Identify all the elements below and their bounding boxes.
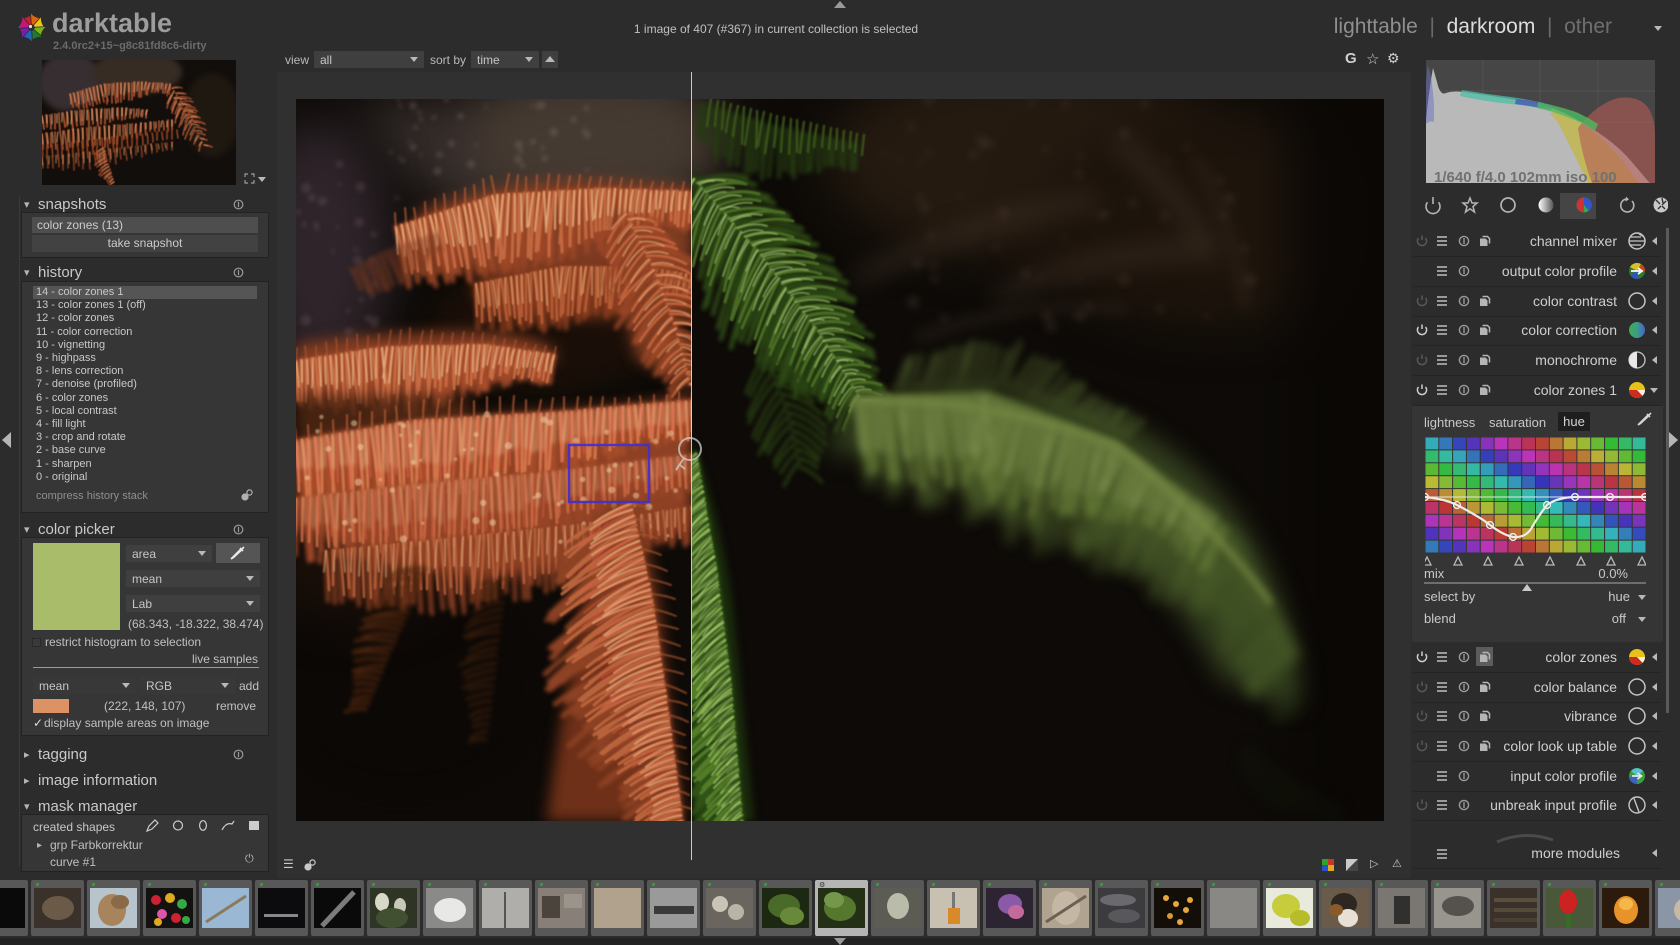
svg-text:1/640 f/4.0 102mm iso 100: 1/640 f/4.0 102mm iso 100 [1434,169,1617,183]
